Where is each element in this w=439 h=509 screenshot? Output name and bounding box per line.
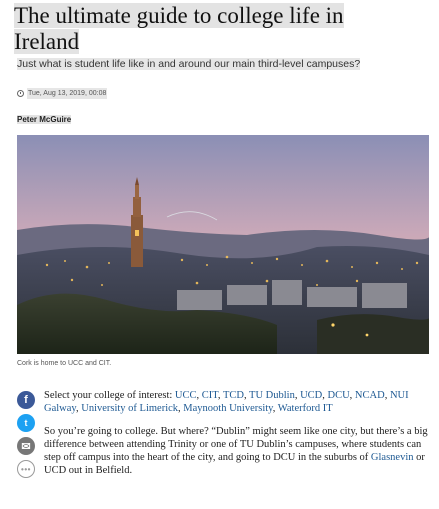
more-icon[interactable]: ••• <box>17 460 35 478</box>
headline-line-2: Ireland <box>14 29 80 54</box>
college-link-dcu[interactable]: DCU <box>328 390 350 401</box>
image-caption: Cork is home to UCC and CIT. <box>17 360 112 367</box>
college-link-ucc[interactable]: UCC <box>175 390 197 401</box>
author-name[interactable]: Peter McGuire <box>17 115 72 124</box>
article-byline[interactable]: Peter McGuire <box>17 114 72 125</box>
college-link-ncad[interactable]: NCAD <box>355 390 385 401</box>
headline-line-1: The ultimate guide to college life in <box>14 3 344 28</box>
email-icon[interactable]: ✉ <box>17 437 35 455</box>
college-link-ucd[interactable]: UCD <box>300 390 322 401</box>
clock-icon <box>17 90 24 97</box>
college-link-maynooth-university[interactable]: Maynooth University <box>183 403 272 414</box>
article-standfirst: Just what is student life like in and ar… <box>17 58 377 71</box>
college-link-tcd[interactable]: TCD <box>223 390 244 401</box>
article-body: Select your college of interest: UCC, CI… <box>44 389 432 487</box>
college-selector-paragraph: Select your college of interest: UCC, CI… <box>44 389 432 415</box>
article-headline: The ultimate guide to college life in Ir… <box>14 3 364 55</box>
standfirst-text: Just what is student life like in and ar… <box>17 58 361 70</box>
twitter-icon[interactable]: t <box>17 414 35 432</box>
college-link-tu-dublin[interactable]: TU Dublin <box>249 390 295 401</box>
glasnevin-link[interactable]: Glasnevin <box>371 452 414 463</box>
publish-date: Tue, Aug 13, 2019, 00:08 <box>27 88 108 99</box>
college-link-university-of-limerick[interactable]: University of Limerick <box>81 403 178 414</box>
college-link-waterford-it[interactable]: Waterford IT <box>278 403 333 414</box>
college-selector-intro: Select your college of interest: <box>44 390 175 401</box>
share-bar: f t ✉ ••• <box>17 391 35 478</box>
facebook-icon[interactable]: f <box>17 391 35 409</box>
cork-cityscape-photo <box>17 135 429 354</box>
body-paragraph: So you’re going to college. But where? “… <box>44 425 432 477</box>
college-link-cit[interactable]: CIT <box>202 390 218 401</box>
article-dateline: Tue, Aug 13, 2019, 00:08 <box>17 88 108 99</box>
hero-image <box>17 135 429 354</box>
